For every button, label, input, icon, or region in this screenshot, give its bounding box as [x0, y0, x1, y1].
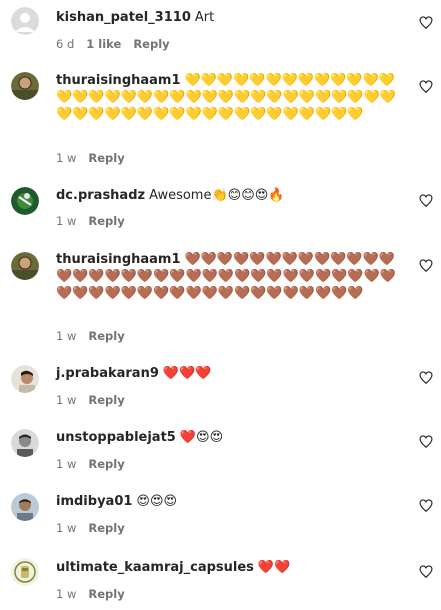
comment-time[interactable]: 1 w [56, 214, 76, 228]
comment-meta: 1 w Reply [56, 329, 137, 343]
comment-item: unstoppablejat5 ❤️😍😍 1 w Reply [0, 426, 441, 478]
comment-body: ❤️❤️ [257, 560, 291, 575]
heart-outline-icon[interactable] [419, 565, 433, 579]
reply-button[interactable]: Reply [133, 37, 169, 51]
comment-item: imdibya01 😍😍😍 1 w Reply [0, 490, 441, 542]
avatar[interactable] [11, 429, 39, 457]
comment-username[interactable]: j.prabakaran9 [56, 366, 159, 381]
heart-outline-icon[interactable] [419, 16, 433, 30]
comment-text: unstoppablejat5 ❤️😍😍 [56, 429, 408, 446]
comment-text: thuraisinghaam1 💛💛💛💛💛💛💛💛💛💛💛💛💛💛💛💛💛💛💛💛💛💛💛💛💛… [56, 72, 408, 123]
comment-time[interactable]: 1 w [56, 457, 76, 471]
comment-username[interactable]: unstoppablejat5 [56, 430, 176, 445]
comment-meta: 1 w Reply [56, 214, 137, 228]
comment-meta: 1 w Reply [56, 393, 137, 407]
comment-time[interactable]: 1 w [56, 151, 76, 165]
reply-button[interactable]: Reply [88, 151, 124, 165]
comment-body: Awesome👏😊😊😍🔥 [149, 188, 285, 203]
avatar[interactable] [11, 72, 39, 100]
comment-body: Art [194, 10, 215, 25]
avatar[interactable] [11, 187, 39, 215]
reply-button[interactable]: Reply [88, 393, 124, 407]
comment-meta: 6 d 1 like Reply [56, 37, 182, 51]
comment-text: imdibya01 😍😍😍 [56, 493, 408, 510]
comment-text: ultimate_kaamraj_capsules ❤️❤️ [56, 559, 408, 576]
comment-time[interactable]: 1 w [56, 521, 76, 535]
comment-text: kishan_patel_3110 Art [56, 9, 408, 26]
comment-item: thuraisinghaam1 💛💛💛💛💛💛💛💛💛💛💛💛💛💛💛💛💛💛💛💛💛💛💛💛💛… [0, 66, 441, 176]
comment-meta: 1 w Reply [56, 521, 137, 535]
avatar[interactable] [11, 252, 39, 280]
comment-time[interactable]: 1 w [56, 587, 76, 601]
avatar[interactable] [11, 493, 39, 521]
comment-item: kishan_patel_3110 Art 6 d 1 like Reply [0, 0, 441, 60]
avatar[interactable] [11, 365, 39, 393]
comment-username[interactable]: thuraisinghaam1 [56, 73, 181, 88]
heart-outline-icon[interactable] [419, 259, 433, 273]
comment-time[interactable]: 6 d [56, 37, 74, 51]
comment-body: ❤️❤️❤️ [162, 366, 212, 381]
comment-text: thuraisinghaam1 🤎🤎🤎🤎🤎🤎🤎🤎🤎🤎🤎🤎🤎🤎🤎🤎🤎🤎🤎🤎🤎🤎🤎🤎🤎… [56, 251, 408, 302]
heart-outline-icon[interactable] [419, 435, 433, 449]
heart-outline-icon[interactable] [419, 80, 433, 94]
comment-username[interactable]: ultimate_kaamraj_capsules [56, 560, 254, 575]
comment-time[interactable]: 1 w [56, 393, 76, 407]
comment-item: dc.prashadz Awesome👏😊😊😍🔥 1 w Reply [0, 180, 441, 236]
comment-text: j.prabakaran9 ❤️❤️❤️ [56, 365, 408, 382]
heart-outline-icon[interactable] [419, 194, 433, 208]
reply-button[interactable]: Reply [88, 457, 124, 471]
comment-time[interactable]: 1 w [56, 329, 76, 343]
comment-item: thuraisinghaam1 🤎🤎🤎🤎🤎🤎🤎🤎🤎🤎🤎🤎🤎🤎🤎🤎🤎🤎🤎🤎🤎🤎🤎🤎🤎… [0, 250, 441, 350]
comment-username[interactable]: kishan_patel_3110 [56, 10, 191, 25]
reply-button[interactable]: Reply [88, 214, 124, 228]
avatar[interactable] [11, 7, 39, 35]
reply-button[interactable]: Reply [88, 329, 124, 343]
avatar[interactable] [11, 558, 39, 586]
comment-body: 😍😍😍 [136, 494, 178, 509]
reply-button[interactable]: Reply [88, 587, 124, 601]
comment-meta: 1 w Reply [56, 457, 137, 471]
comment-meta: 1 w Reply [56, 151, 137, 165]
comment-username[interactable]: thuraisinghaam1 [56, 252, 181, 267]
comment-username[interactable]: imdibya01 [56, 494, 132, 509]
heart-outline-icon[interactable] [419, 371, 433, 385]
comment-meta: 1 w Reply [56, 587, 137, 601]
comment-likes[interactable]: 1 like [86, 37, 121, 51]
comment-text: dc.prashadz Awesome👏😊😊😍🔥 [56, 187, 408, 204]
comment-body: ❤️😍😍 [179, 430, 224, 445]
comment-item: ultimate_kaamraj_capsules ❤️❤️ 1 w Reply [0, 556, 441, 610]
comment-item: j.prabakaran9 ❤️❤️❤️ 1 w Reply [0, 362, 441, 414]
comment-username[interactable]: dc.prashadz [56, 188, 145, 203]
heart-outline-icon[interactable] [419, 499, 433, 513]
reply-button[interactable]: Reply [88, 521, 124, 535]
